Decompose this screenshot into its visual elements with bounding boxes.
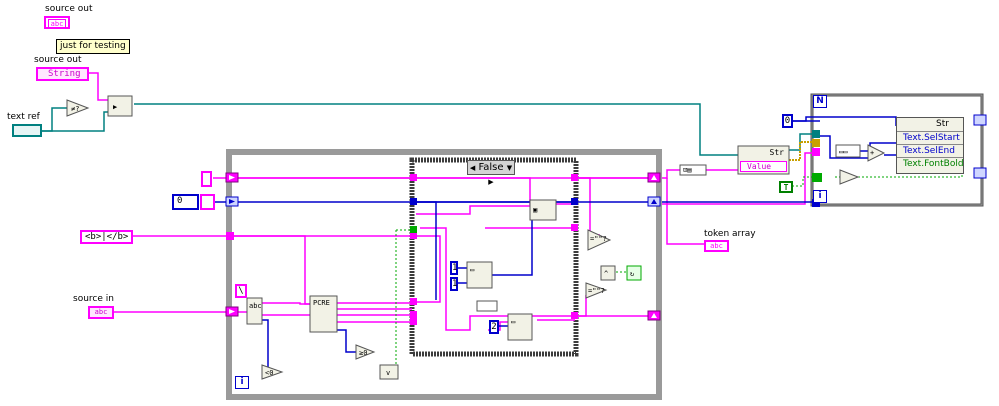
string-type-glyph: abc <box>47 19 67 27</box>
svg-text:≠?: ≠? <box>71 105 79 113</box>
text-ref-control[interactable] <box>12 124 42 137</box>
source-out-control-label: source out <box>34 55 82 65</box>
zero-constant[interactable]: 0 <box>172 194 199 210</box>
case-dropdown-arrow[interactable]: ▼ <box>507 164 512 172</box>
case-selector[interactable]: ◀ False ▼ ▶ <box>467 160 515 186</box>
text-ref-label: text ref <box>7 112 40 122</box>
case-selector-value: False <box>478 162 504 173</box>
svg-text:=""?: =""? <box>590 235 607 243</box>
svg-text:↻: ↻ <box>630 270 634 278</box>
while-loop[interactable] <box>226 149 662 400</box>
one-constant-1[interactable]: 1 <box>450 261 458 275</box>
case-next-arrow[interactable]: ▶ <box>488 178 493 186</box>
property-node-header: Str <box>936 119 949 129</box>
source-out-indicator[interactable]: abc <box>44 16 70 29</box>
svg-text:v: v <box>386 369 390 377</box>
svg-text:+: + <box>870 149 874 157</box>
string-type-glyph: abc <box>710 242 723 250</box>
property-text-selstart[interactable]: Text.SelStart <box>897 131 963 144</box>
backslash-constant[interactable]: \ <box>235 284 247 298</box>
empty-string-constant[interactable] <box>201 171 212 187</box>
svg-text:≥0: ≥0 <box>359 349 367 357</box>
source-out-local-variable[interactable]: String <box>36 67 89 81</box>
while-loop-iteration-terminal: i <box>235 376 249 389</box>
string-type-glyph: abc <box>94 308 108 316</box>
svg-text:abc: abc <box>249 302 262 310</box>
empty-string-constant-2[interactable] <box>200 194 215 210</box>
free-label-note: just for testing <box>56 39 130 54</box>
primitive-nodes[interactable] <box>66 95 886 380</box>
text-property-node[interactable]: Str Text.SelStart Text.SelEnd Text.FontB… <box>896 117 964 174</box>
svg-text:⊡▤: ⊡▤ <box>683 166 691 174</box>
source-in-label: source in <box>73 294 114 304</box>
zero-constant-2[interactable]: 0 <box>782 114 793 128</box>
block-diagram[interactable]: ≠? ▶ abc PCRE ≥0 <0 v ▣ ▭ ▭ =""? =""? ^ … <box>0 0 999 406</box>
for-loop-iteration-terminal: i <box>813 190 827 203</box>
ref-wires <box>41 103 820 156</box>
svg-text:=""?: =""? <box>588 287 605 295</box>
svg-text:▣: ▣ <box>533 206 537 214</box>
property-text-selend[interactable]: Text.SelEnd <box>897 144 963 157</box>
bold-tags-constant[interactable]: <b>|</b> <box>80 230 133 244</box>
case-prev-arrow[interactable]: ◀ <box>470 164 475 172</box>
string-subset-node <box>476 300 498 312</box>
property-text-fontbold[interactable]: Text.FontBold <box>897 157 964 173</box>
token-array-label: token array <box>704 229 756 239</box>
svg-text:▭: ▭ <box>470 266 474 274</box>
numeric-wires <box>215 116 897 373</box>
source-in-control[interactable]: abc <box>88 306 114 319</box>
str-node-header: Str <box>769 148 784 157</box>
select-node <box>107 95 133 117</box>
svg-text:^: ^ <box>604 270 608 278</box>
boolean-true-constant[interactable]: T <box>779 181 793 193</box>
source-out-indicator-label: source out <box>45 4 93 14</box>
svg-text:PCRE: PCRE <box>313 299 330 307</box>
value-property[interactable]: Value <box>740 161 787 172</box>
for-loop-count-terminal: N <box>813 95 827 108</box>
two-constant[interactable]: 2 <box>489 320 499 334</box>
token-array-indicator[interactable]: abc <box>704 240 729 252</box>
one-constant-2[interactable]: 1 <box>450 277 458 291</box>
svg-text:▭: ▭ <box>511 318 515 326</box>
node-glyphs: ≠? ▶ abc PCRE ≥0 <0 v ▣ ▭ ▭ =""? =""? ^ … <box>71 103 874 377</box>
svg-text:▭▭: ▭▭ <box>839 148 847 156</box>
svg-text:<0: <0 <box>265 369 273 377</box>
